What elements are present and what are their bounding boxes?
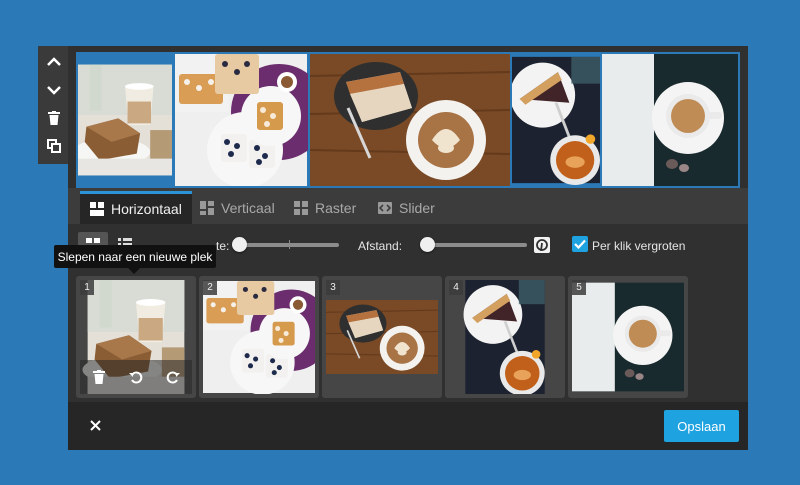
thumbnail-number: 2 <box>203 280 217 295</box>
height-slider-tick <box>289 240 290 249</box>
thumbnail-number: 4 <box>449 280 463 295</box>
drag-tooltip: Slepen naar een nieuwe plek <box>54 245 216 274</box>
gallery-image <box>512 54 600 186</box>
horizontal-layout-icon <box>90 202 104 216</box>
height-slider-track[interactable] <box>233 243 339 247</box>
rotate-left-button[interactable] <box>125 366 147 388</box>
thumbnail-item[interactable]: 3 <box>322 276 442 398</box>
delete-image-button[interactable] <box>88 366 110 388</box>
spacing-slider-handle[interactable] <box>420 237 435 252</box>
thumbnail-image <box>449 280 561 394</box>
trash-icon <box>48 111 60 125</box>
rotate-right-icon <box>167 371 181 384</box>
thumbnail-item[interactable]: 2 <box>199 276 319 398</box>
gallery-image <box>602 54 738 186</box>
thumbnail-number: 3 <box>326 280 340 295</box>
gallery-image <box>174 54 308 186</box>
thumbnail-image <box>326 280 438 394</box>
trash-icon <box>92 370 105 384</box>
tab-vertical[interactable]: Verticaal <box>190 191 285 224</box>
save-button[interactable]: Opslaan <box>664 410 739 442</box>
side-toolbar <box>38 46 70 164</box>
tab-grid[interactable]: Raster <box>284 191 366 224</box>
close-icon <box>89 419 101 431</box>
enlarge-label: Per klik vergroten <box>592 239 686 253</box>
rotate-left-icon <box>128 371 143 384</box>
slider-layout-icon <box>378 201 392 214</box>
gallery-preview <box>76 52 740 188</box>
thumbnail-item[interactable]: 4 <box>445 276 565 398</box>
gallery-image <box>310 54 510 186</box>
spacing-slider-track[interactable] <box>421 243 527 247</box>
tab-vertical-label: Verticaal <box>221 199 275 216</box>
thumbnail-image <box>572 280 684 394</box>
tab-slider[interactable]: Slider <box>368 191 445 224</box>
delete-block-button[interactable] <box>38 104 70 132</box>
gallery-image <box>78 54 172 186</box>
move-up-button[interactable] <box>38 48 70 76</box>
thumbnail-actions <box>80 360 192 394</box>
checkmark-icon <box>574 239 586 249</box>
panel-footer: Opslaan <box>68 402 748 450</box>
move-down-button[interactable] <box>38 76 70 104</box>
tab-horizontal[interactable]: Horizontaal <box>80 191 192 224</box>
layout-tabs: Horizontaal Verticaal Raster Slider <box>68 188 748 224</box>
copy-icon <box>47 139 61 153</box>
layout-controls: Slepen naar een nieuwe plek te: Afstand:… <box>54 224 748 274</box>
tab-horizontal-label: Horizontaal <box>111 201 182 217</box>
duplicate-block-button[interactable] <box>38 132 70 160</box>
height-label: te: <box>216 239 230 253</box>
chevron-down-icon <box>47 86 61 95</box>
enlarge-checkbox[interactable] <box>572 236 588 252</box>
close-button[interactable] <box>84 414 106 436</box>
tab-grid-label: Raster <box>315 199 357 216</box>
spacing-label: Afstand: <box>358 239 403 253</box>
gallery-editor-panel: Horizontaal Verticaal Raster Slider Slep… <box>54 46 748 450</box>
pinterest-icon[interactable] <box>534 237 550 253</box>
height-slider-handle[interactable] <box>232 237 247 252</box>
thumbnail-item[interactable]: 1 <box>76 276 196 398</box>
rotate-right-button[interactable] <box>162 366 184 388</box>
chevron-up-icon <box>47 57 61 66</box>
thumbnail-item[interactable]: 5 <box>568 276 688 398</box>
vertical-layout-icon <box>200 200 214 215</box>
thumbnail-image <box>203 280 315 394</box>
thumbnail-number: 5 <box>572 280 586 295</box>
thumbnail-number: 1 <box>80 280 94 295</box>
tab-slider-label: Slider <box>399 199 435 216</box>
thumbnail-list: 1 2 3 4 5 <box>68 276 748 398</box>
grid-layout-icon <box>294 200 308 215</box>
